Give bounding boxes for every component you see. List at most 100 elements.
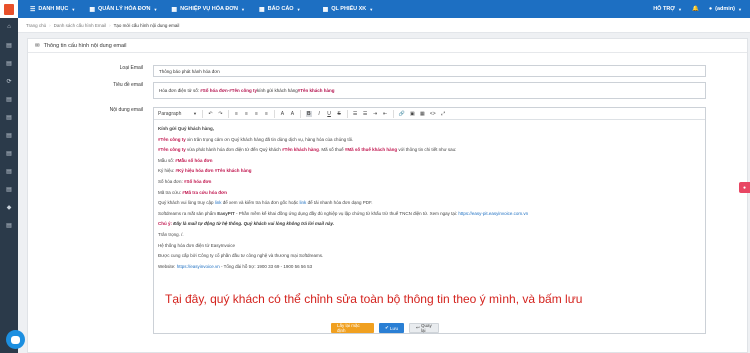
bell-icon: ● [742,184,747,191]
bullet-list-icon[interactable]: ☰ [353,111,358,117]
top-navbar: ☰ DANH MỤC ▼ ▦ QUẢN LÝ HÓA ĐƠN ▼ ▦ NGHIỆ… [0,0,750,18]
body-line: Website: https://easyinvoice.vn - Tổng đ… [158,263,313,269]
breadcrumb-home[interactable]: Trang chủ [26,23,46,28]
undo-button[interactable]: ↶ [208,111,213,117]
notification-badge[interactable]: ● [739,182,750,193]
link[interactable]: link [215,200,222,205]
reset-default-button[interactable]: Lấy lại mặc định [331,323,374,333]
nav-bao-cao[interactable]: ▦ BÁO CÁO ▼ [259,6,301,13]
chevron-down-icon: ▼ [738,6,742,12]
subject-label: Tiêu đề email [113,82,143,88]
strikethrough-button[interactable]: S [337,111,342,117]
font-color-icon[interactable]: A [280,111,285,117]
document-icon[interactable]: ▤ [0,144,18,162]
action-buttons: Lấy lại mặc định ✔ Lưu ↩ Quay lại [0,323,750,333]
refresh-icon[interactable]: ⟳ [0,72,18,90]
home-icon[interactable]: ⌂ [0,18,18,36]
nav-ql-phieu-xk[interactable]: ▦ QL PHIẾU XK ▼ [323,6,374,13]
editor-content[interactable]: Kính gửi Quý khách hàng, #Tên công ty xi… [154,120,705,276]
back-button[interactable]: ↩ Quay lại [409,323,439,333]
document-icon[interactable]: ▤ [0,108,18,126]
body-line: #Tên công ty vừa phát hành hóa đơn điện … [158,147,457,153]
app-logo[interactable] [0,0,18,18]
chevron-down-icon: ▼ [193,111,197,116]
document-icon[interactable]: ▤ [0,126,18,144]
align-center-icon[interactable]: ≡ [244,111,249,117]
link[interactable]: https://easyinvoice.vn [177,264,220,269]
indent-icon[interactable]: ⇥ [373,111,378,117]
save-button[interactable]: ✔ Lưu [379,323,404,333]
chevron-down-icon: ▼ [153,6,158,12]
chevron-down-icon: ▼ [369,6,374,12]
grid-icon: ▦ [89,6,95,13]
body-line: Số hóa đơn: #Số hóa đơn [158,178,212,184]
image-icon[interactable]: ▣ [410,111,415,117]
email-type-select[interactable]: Thông báo phát hành hóa đơn [153,65,706,77]
code-icon[interactable]: <> [430,111,436,117]
bold-button[interactable]: B [305,110,312,117]
grid-icon: ▦ [171,6,178,13]
help-menu[interactable]: HỖ TRỢ ▼ [653,6,682,12]
bell-icon[interactable]: 🔔 [692,6,699,12]
numbered-list-icon[interactable]: ☰ [363,111,368,117]
redo-button[interactable]: ↷ [218,111,223,117]
list-icon: ☰ [30,6,36,13]
link-icon[interactable]: 🔗 [399,111,405,117]
breadcrumb-email-config-list[interactable]: Danh sách cấu hình Email [54,23,107,28]
body-line: Quý khách vui lòng truy cập link để xem … [158,200,373,206]
chat-icon [11,335,20,344]
format-select[interactable]: Paragraph [158,111,188,117]
align-right-icon[interactable]: ≡ [254,111,259,117]
italic-button[interactable]: I [317,111,322,117]
document-icon[interactable]: ▤ [0,54,18,72]
table-icon[interactable]: ▦ [420,111,425,117]
nav-nghiep-vu-hoa-don[interactable]: ▦ NGHIỆP VỤ HÓA ĐƠN ▼ [171,6,245,13]
subject-input[interactable]: Hóa đơn điện tử số: #Số hóa đơn - #Tên c… [153,82,706,99]
panel-title: Thông tin cấu hình nội dung email [43,42,127,49]
chat-widget[interactable] [6,330,25,349]
body-line: Được cung cấp bởi Công ty cổ phần đầu tư… [158,253,324,259]
document-icon[interactable]: ▤ [0,36,18,54]
highlight-icon[interactable]: A [290,111,295,117]
nav-quan-ly-hoa-don[interactable]: ▦ QUẢN LÝ HÓA ĐƠN ▼ [89,6,157,13]
user-icon: ● [708,6,713,12]
breadcrumb: Trang chủ › Danh sách cấu hình Email › T… [18,18,750,33]
body-line: Chú ý: Đây là mail tự động từ hệ thống. … [158,221,335,227]
body-line: Softdreams ra mắt sản phẩm EasyPIT - Phầ… [158,210,529,216]
content-label: Nội dung email [109,107,143,113]
body-line: Hệ thống hóa đơn điện tử EasyInvoice [158,242,236,248]
document-icon[interactable]: ▤ [0,216,18,234]
body-line: #Tên công ty xin trân trọng cảm ơn Quý k… [158,136,354,142]
envelope-icon: ✉ [35,42,40,49]
annotation-text: Tại đây, quý khách có thể chỉnh sửa toàn… [165,292,583,306]
panel-header: ✉ Thông tin cấu hình nội dung email [28,39,747,53]
breadcrumb-separator: › [109,22,111,28]
document-icon[interactable]: ▤ [0,180,18,198]
editor-toolbar: Paragraph ▼ ↶ ↷ ≡ ≡ ≡ ≡ A A B I U S ☰ ☰ … [154,108,705,120]
body-line: Trân trọng. /. [158,231,184,237]
grid-icon: ▦ [258,6,265,13]
right-nav: HỖ TRỢ ▼ 🔔 ● (admin) ▼ [653,0,742,18]
chevron-down-icon: ▼ [240,6,245,12]
outdent-icon[interactable]: ⇤ [383,111,388,117]
sidebar: ⌂ ▤ ▤ ⟳ ▤ ▤ ▤ ▤ ▤ ▤ ◆ ▤ [0,18,18,353]
body-line: Mẫu số: #Mẫu số hóa đơn [158,157,213,163]
chevron-down-icon: ▼ [678,6,682,12]
link[interactable]: https://easy-pit.easyinvoice.com.vn [458,211,528,216]
align-left-icon[interactable]: ≡ [234,111,239,117]
grid-icon: ▦ [322,6,329,13]
breadcrumb-current: Tạo mới cấu hình nội dung email [113,22,180,28]
nav-danh-muc[interactable]: ☰ DANH MỤC ▼ [30,6,75,13]
chevron-down-icon: ▼ [71,6,76,12]
underline-button[interactable]: U [327,111,332,117]
main-nav: ☰ DANH MỤC ▼ ▦ QUẢN LÝ HÓA ĐƠN ▼ ▦ NGHIỆ… [18,0,373,18]
document-icon[interactable]: ▤ [0,162,18,180]
body-line: Ký hiệu: #Ký hiệu hóa đơn #Tên khách hàn… [158,168,252,174]
tag-icon[interactable]: ◆ [0,198,18,216]
user-menu[interactable]: ● (admin) ▼ [709,6,742,12]
fullscreen-icon[interactable]: ⤢ [441,111,446,117]
document-icon[interactable]: ▤ [0,90,18,108]
breadcrumb-separator: › [49,22,51,28]
justify-icon[interactable]: ≡ [264,111,269,117]
chevron-down-icon: ▼ [296,6,301,12]
